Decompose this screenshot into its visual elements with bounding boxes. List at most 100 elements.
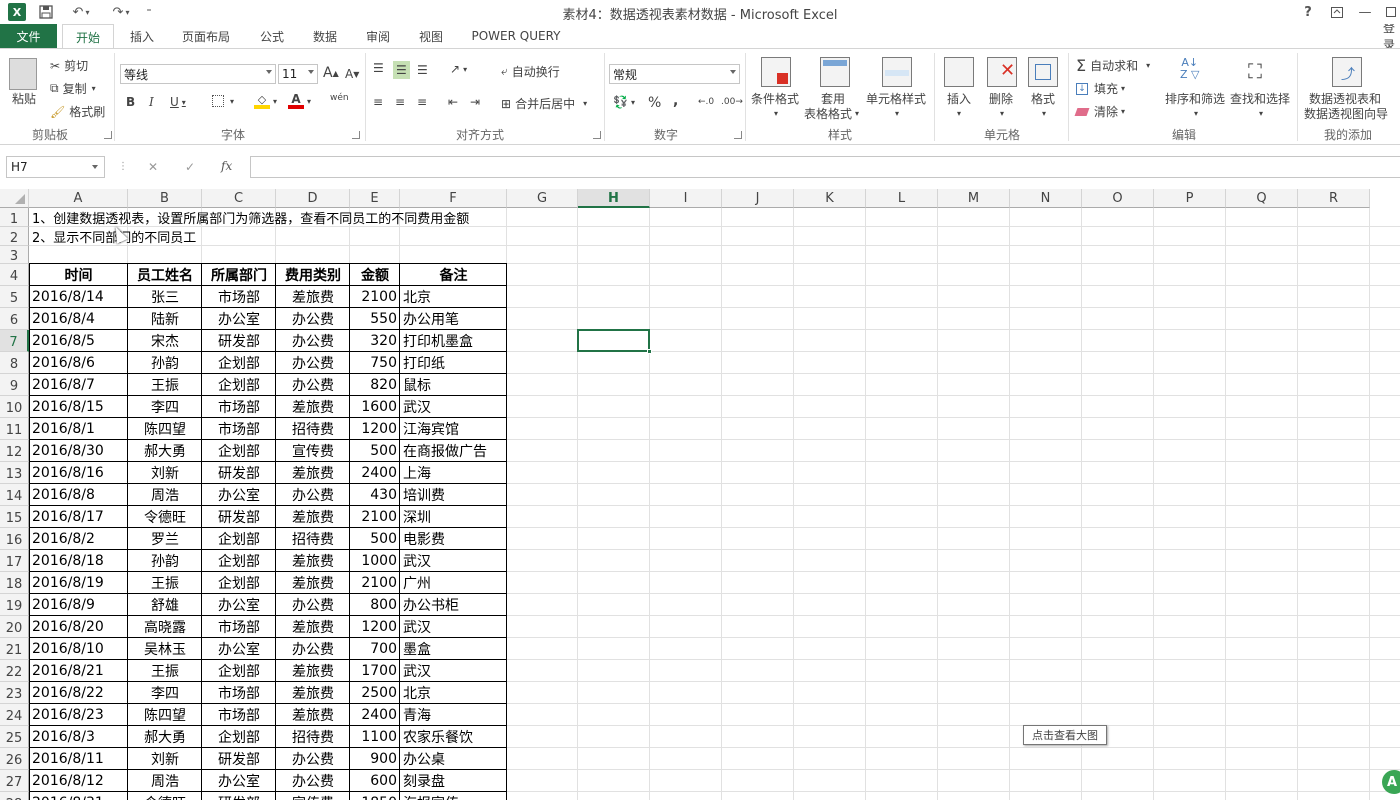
table-cell[interactable]: 李四	[128, 396, 202, 418]
table-cell[interactable]: 江海宾馆	[400, 418, 507, 440]
number-format-select[interactable]: 常规	[609, 64, 740, 84]
table-cell[interactable]: 600	[350, 770, 400, 792]
table-cell[interactable]: 企划部	[202, 660, 276, 682]
tab-insert[interactable]: 插入	[122, 24, 162, 48]
table-cell[interactable]: 差旅费	[276, 616, 350, 638]
decrease-indent-icon[interactable]: ⇤	[448, 95, 458, 109]
column-header-p[interactable]: P	[1154, 189, 1226, 208]
table-cell[interactable]: 差旅费	[276, 286, 350, 308]
table-cell[interactable]: 800	[350, 594, 400, 616]
table-cell[interactable]: 郝大勇	[128, 726, 202, 748]
table-cell[interactable]: 430	[350, 484, 400, 506]
column-header-d[interactable]: D	[276, 189, 350, 208]
table-cell[interactable]: 吴林玉	[128, 638, 202, 660]
row-header-11[interactable]: 11	[0, 418, 29, 440]
column-header-o[interactable]: O	[1082, 189, 1154, 208]
align-bottom-icon[interactable]: ☰	[417, 63, 428, 77]
align-right-icon[interactable]: ≡	[417, 95, 427, 109]
tab-formulas[interactable]: 公式	[252, 24, 292, 48]
row-header-21[interactable]: 21	[0, 638, 29, 660]
row-header-6[interactable]: 6	[0, 308, 29, 330]
column-header-c[interactable]: C	[202, 189, 276, 208]
table-cell[interactable]: 2100	[350, 286, 400, 308]
cut-button[interactable]: ✂ 剪切	[50, 57, 88, 74]
table-cell[interactable]: 320	[350, 330, 400, 352]
table-cell[interactable]: 打印机墨盒	[400, 330, 507, 352]
format-cells-icon[interactable]	[1028, 57, 1058, 87]
table-cell[interactable]: 2016/8/21	[29, 660, 128, 682]
table-cell[interactable]: 2016/8/4	[29, 308, 128, 330]
table-cell[interactable]: 700	[350, 638, 400, 660]
table-cell[interactable]: 差旅费	[276, 550, 350, 572]
column-header-k[interactable]: K	[794, 189, 866, 208]
cancel-entry-icon[interactable]: ✕	[148, 160, 158, 174]
table-cell[interactable]: 1200	[350, 616, 400, 638]
table-cell[interactable]: 宣传费	[276, 440, 350, 462]
binoculars-icon[interactable]: ⛶	[1248, 59, 1262, 83]
table-cell[interactable]: 北京	[400, 286, 507, 308]
table-cell[interactable]: 2016/8/9	[29, 594, 128, 616]
table-cell[interactable]: 墨盒	[400, 638, 507, 660]
table-cell[interactable]: 差旅费	[276, 704, 350, 726]
table-header-cell[interactable]: 金额	[350, 264, 400, 286]
table-cell[interactable]: 令德旺	[128, 506, 202, 528]
table-cell[interactable]: 办公室	[202, 308, 276, 330]
table-cell[interactable]: 武汉	[400, 396, 507, 418]
format-dropdown-icon[interactable]: ▾	[1042, 109, 1046, 118]
table-cell[interactable]: 海报宣传	[400, 792, 507, 800]
help-icon[interactable]: ?	[1299, 3, 1317, 21]
table-cell[interactable]: 2016/8/23	[29, 704, 128, 726]
phonetic-button[interactable]: wén	[330, 93, 349, 103]
column-header-b[interactable]: B	[128, 189, 202, 208]
percent-button[interactable]: %	[648, 95, 661, 111]
table-cell[interactable]: 招待费	[276, 418, 350, 440]
table-cell[interactable]: 研发部	[202, 462, 276, 484]
font-launcher-icon[interactable]	[352, 131, 360, 139]
corner-badge[interactable]: A	[1382, 770, 1400, 794]
table-cell[interactable]: 企划部	[202, 374, 276, 396]
paste-icon[interactable]	[9, 58, 37, 90]
conditional-format-button[interactable]: 条件格式	[751, 90, 799, 107]
note-cell[interactable]: 1、创建数据透视表，设置所属部门为筛选器，查看不同员工的不同费用金额	[29, 208, 472, 227]
table-cell[interactable]: 王振	[128, 374, 202, 396]
table-cell[interactable]: 市场部	[202, 286, 276, 308]
table-cell[interactable]: 2016/8/12	[29, 770, 128, 792]
row-header-2[interactable]: 2	[0, 227, 29, 246]
row-header-20[interactable]: 20	[0, 616, 29, 638]
table-cell[interactable]: 750	[350, 352, 400, 374]
row-header-13[interactable]: 13	[0, 462, 29, 484]
comma-button[interactable]: ,	[673, 93, 678, 109]
table-cell[interactable]: 办公费	[276, 352, 350, 374]
formula-input[interactable]	[250, 156, 1400, 178]
copy-button[interactable]: ⧉ 复制 ▾	[50, 80, 96, 97]
cell-styles-dropdown-icon[interactable]: ▾	[895, 109, 899, 118]
column-header-a[interactable]: A	[29, 189, 128, 208]
minimize-icon[interactable]: —	[1356, 3, 1374, 21]
table-cell[interactable]: 陈四望	[128, 704, 202, 726]
table-cell[interactable]: 900	[350, 748, 400, 770]
pivot-wizard-icon[interactable]: ⤴	[1332, 57, 1362, 87]
table-cell[interactable]: 企划部	[202, 440, 276, 462]
table-cell[interactable]: 2016/8/31	[29, 792, 128, 800]
row-header-17[interactable]: 17	[0, 550, 29, 572]
autosum-button[interactable]: Σ 自动求和 ▾	[1076, 56, 1150, 75]
conditional-format-icon[interactable]	[761, 57, 791, 87]
table-cell[interactable]: 办公费	[276, 330, 350, 352]
table-cell[interactable]: 办公室	[202, 638, 276, 660]
delete-dropdown-icon[interactable]: ▾	[1000, 109, 1004, 118]
name-box[interactable]: H7	[6, 156, 105, 178]
align-left-icon[interactable]: ≡	[373, 95, 383, 109]
table-cell[interactable]: 2400	[350, 462, 400, 484]
table-cell[interactable]: 500	[350, 440, 400, 462]
table-cell[interactable]: 办公费	[276, 748, 350, 770]
table-cell[interactable]: 办公桌	[400, 748, 507, 770]
table-header-cell[interactable]: 员工姓名	[128, 264, 202, 286]
column-header-j[interactable]: J	[722, 189, 794, 208]
table-cell[interactable]: 市场部	[202, 616, 276, 638]
table-cell[interactable]: 550	[350, 308, 400, 330]
table-cell[interactable]: 2500	[350, 682, 400, 704]
sort-dropdown-icon[interactable]: ▾	[1194, 109, 1198, 118]
clear-button[interactable]: 清除 ▾	[1074, 103, 1125, 120]
table-cell[interactable]: 市场部	[202, 704, 276, 726]
tab-review[interactable]: 审阅	[358, 24, 398, 48]
